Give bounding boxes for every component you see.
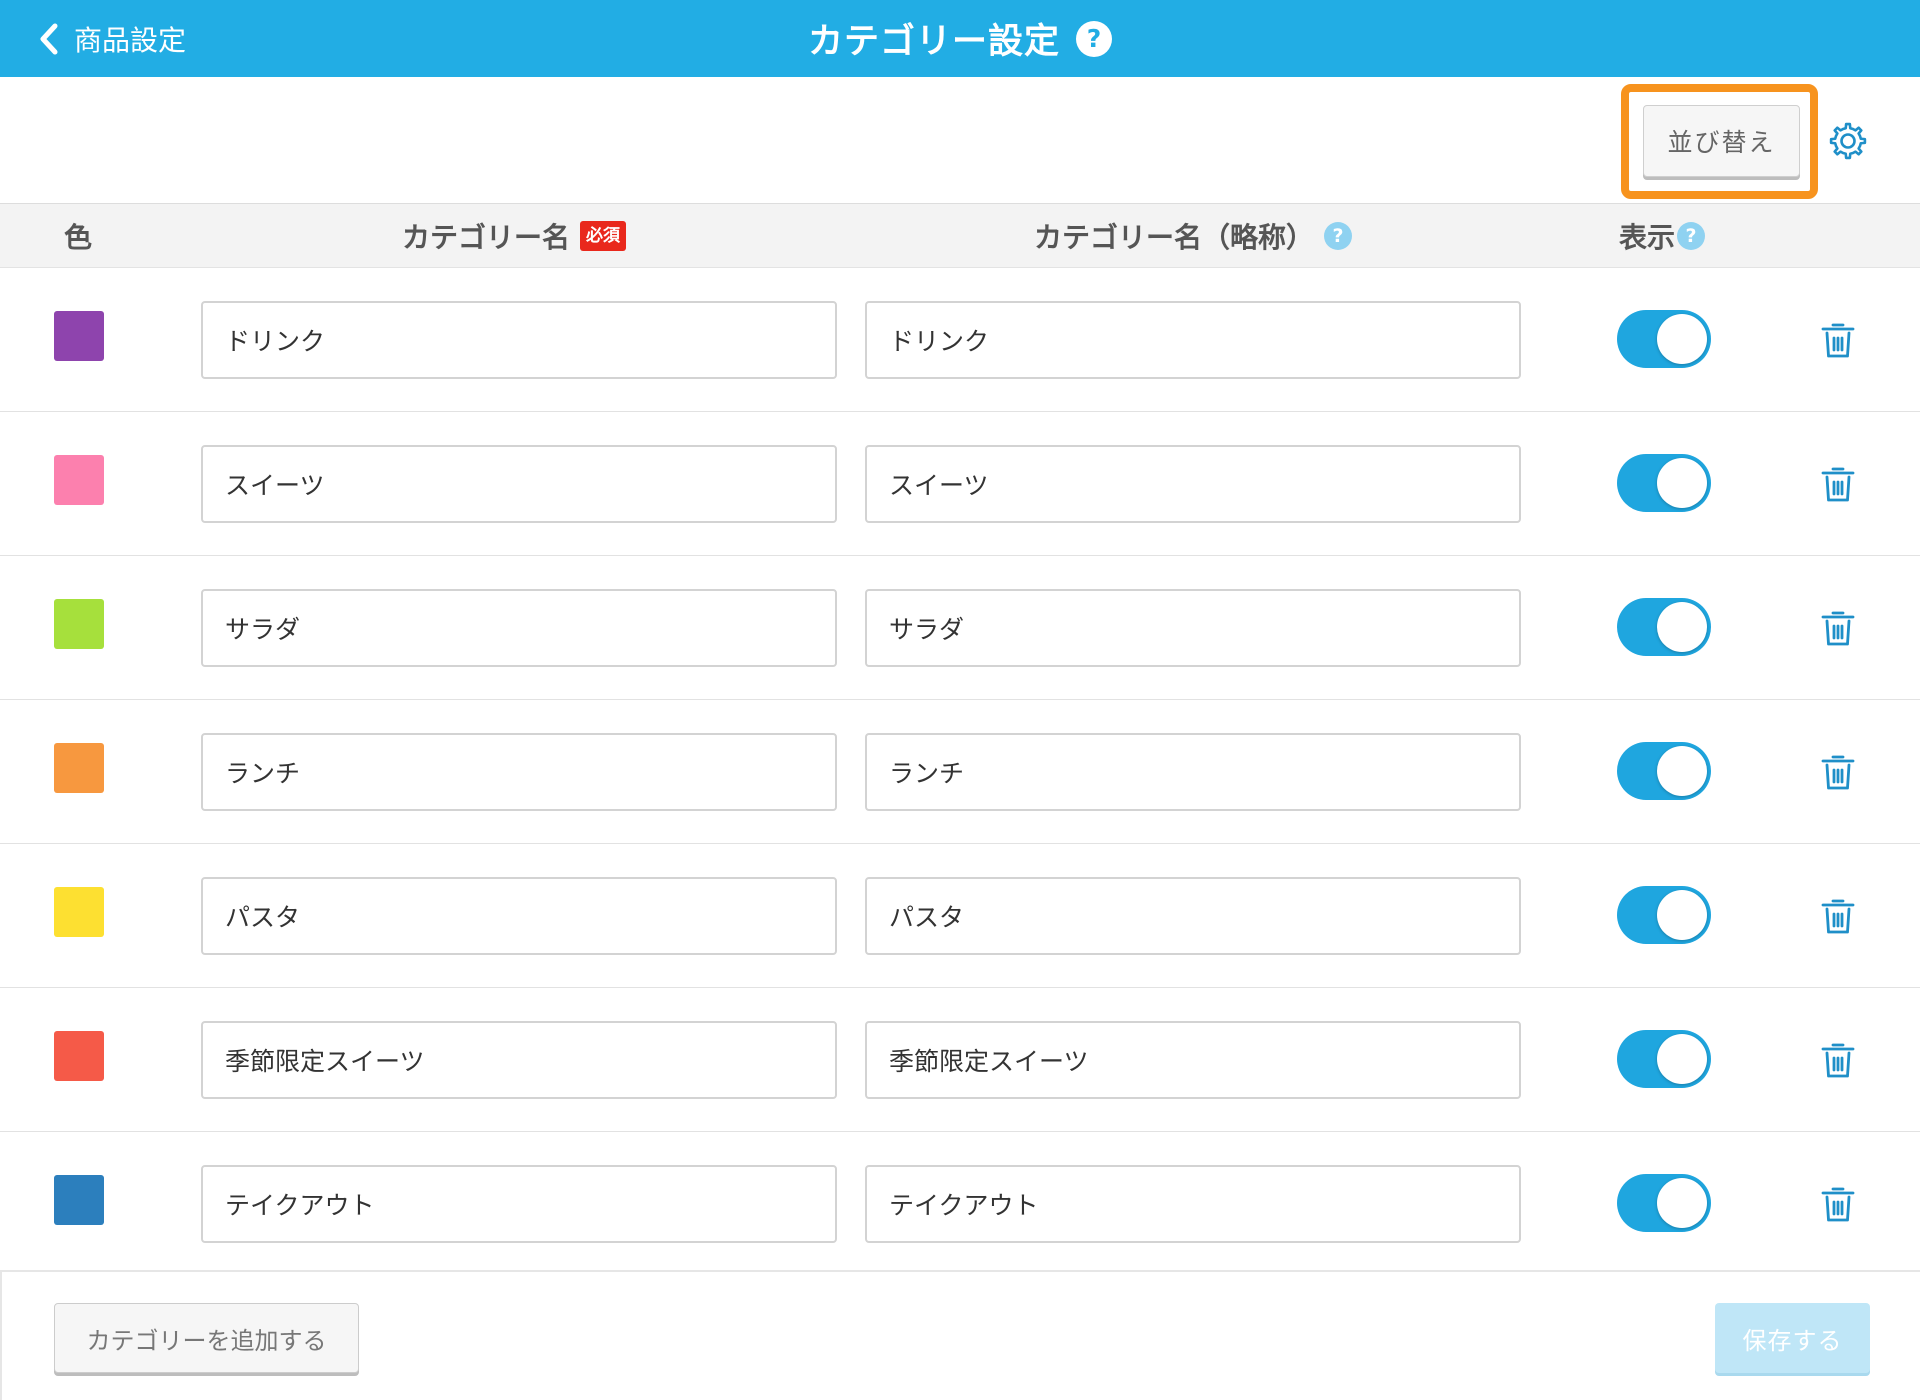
column-visible: 表示 ? — [1619, 204, 1706, 267]
category-short-name-input[interactable] — [865, 1165, 1521, 1243]
chevron-left-icon — [40, 23, 58, 54]
toggle-knob — [1657, 458, 1707, 508]
category-row — [0, 844, 1920, 988]
visibility-toggle[interactable] — [1617, 1030, 1711, 1088]
category-name-input[interactable] — [201, 445, 837, 523]
page-title: カテゴリー設定 — [807, 22, 1060, 62]
toggle-knob — [1657, 1178, 1707, 1228]
column-visible-label: 表示 — [1619, 220, 1676, 254]
category-short-name-input[interactable] — [865, 445, 1521, 523]
toggle-knob — [1657, 314, 1707, 364]
gear-icon[interactable] — [1826, 119, 1870, 163]
color-swatch[interactable] — [54, 1175, 104, 1225]
trash-icon[interactable] — [1820, 608, 1856, 648]
column-short-name-label: カテゴリー名（略称） — [1034, 220, 1315, 254]
toggle-knob — [1657, 1034, 1707, 1084]
sort-button[interactable]: 並び替え — [1643, 105, 1800, 177]
category-name-input[interactable] — [201, 301, 837, 379]
color-swatch[interactable] — [54, 1031, 104, 1081]
category-row — [0, 412, 1920, 556]
back-button[interactable]: 商品設定 — [38, 0, 186, 77]
visibility-toggle[interactable] — [1617, 742, 1711, 800]
category-name-input[interactable] — [201, 1165, 837, 1243]
category-short-name-input[interactable] — [865, 301, 1521, 379]
color-swatch[interactable] — [54, 887, 104, 937]
category-name-input[interactable] — [201, 589, 837, 667]
column-name-label: カテゴリー名 — [402, 220, 571, 254]
toggle-knob — [1657, 602, 1707, 652]
column-header: 色 カテゴリー名 必須 カテゴリー名（略称） ? 表示 ? — [0, 203, 1920, 268]
toggle-knob — [1657, 890, 1707, 940]
help-icon[interactable]: ? — [1677, 221, 1706, 250]
trash-icon[interactable] — [1820, 1184, 1856, 1224]
add-category-button[interactable]: カテゴリーを追加する — [54, 1303, 359, 1373]
category-name-input[interactable] — [201, 877, 837, 955]
trash-icon[interactable] — [1820, 1040, 1856, 1080]
category-short-name-input[interactable] — [865, 877, 1521, 955]
visibility-toggle[interactable] — [1617, 310, 1711, 368]
back-label: 商品設定 — [74, 23, 187, 57]
category-short-name-input[interactable] — [865, 733, 1521, 811]
toggle-knob — [1657, 746, 1707, 796]
save-button[interactable]: 保存する — [1715, 1303, 1870, 1373]
category-row — [0, 1132, 1920, 1276]
column-short-name: カテゴリー名（略称） ? — [1034, 204, 1353, 267]
category-row — [0, 988, 1920, 1132]
category-name-input[interactable] — [201, 733, 837, 811]
category-list — [0, 268, 1920, 1276]
category-short-name-input[interactable] — [865, 589, 1521, 667]
category-row — [0, 556, 1920, 700]
visibility-toggle[interactable] — [1617, 886, 1711, 944]
trash-icon[interactable] — [1820, 320, 1856, 360]
trash-icon[interactable] — [1820, 752, 1856, 792]
color-swatch[interactable] — [54, 599, 104, 649]
footer-bar: カテゴリーを追加する 保存する — [0, 1270, 1920, 1400]
category-row — [0, 268, 1920, 412]
category-name-input[interactable] — [201, 1021, 837, 1099]
trash-icon[interactable] — [1820, 896, 1856, 936]
column-name: カテゴリー名 必須 — [402, 204, 627, 267]
color-swatch[interactable] — [54, 311, 104, 361]
help-icon[interactable]: ? — [1324, 221, 1353, 250]
trash-icon[interactable] — [1820, 464, 1856, 504]
category-row — [0, 700, 1920, 844]
column-color-label: 色 — [64, 220, 93, 254]
visibility-toggle[interactable] — [1617, 598, 1711, 656]
visibility-toggle[interactable] — [1617, 1174, 1711, 1232]
category-short-name-input[interactable] — [865, 1021, 1521, 1099]
title-area: カテゴリー設定 ? — [0, 0, 1920, 77]
visibility-toggle[interactable] — [1617, 454, 1711, 512]
color-swatch[interactable] — [54, 743, 104, 793]
required-badge: 必須 — [580, 220, 627, 251]
top-bar: 商品設定 カテゴリー設定 ? — [0, 0, 1920, 77]
help-icon[interactable]: ? — [1076, 20, 1112, 57]
color-swatch[interactable] — [54, 455, 104, 505]
column-color: 色 — [64, 204, 92, 267]
